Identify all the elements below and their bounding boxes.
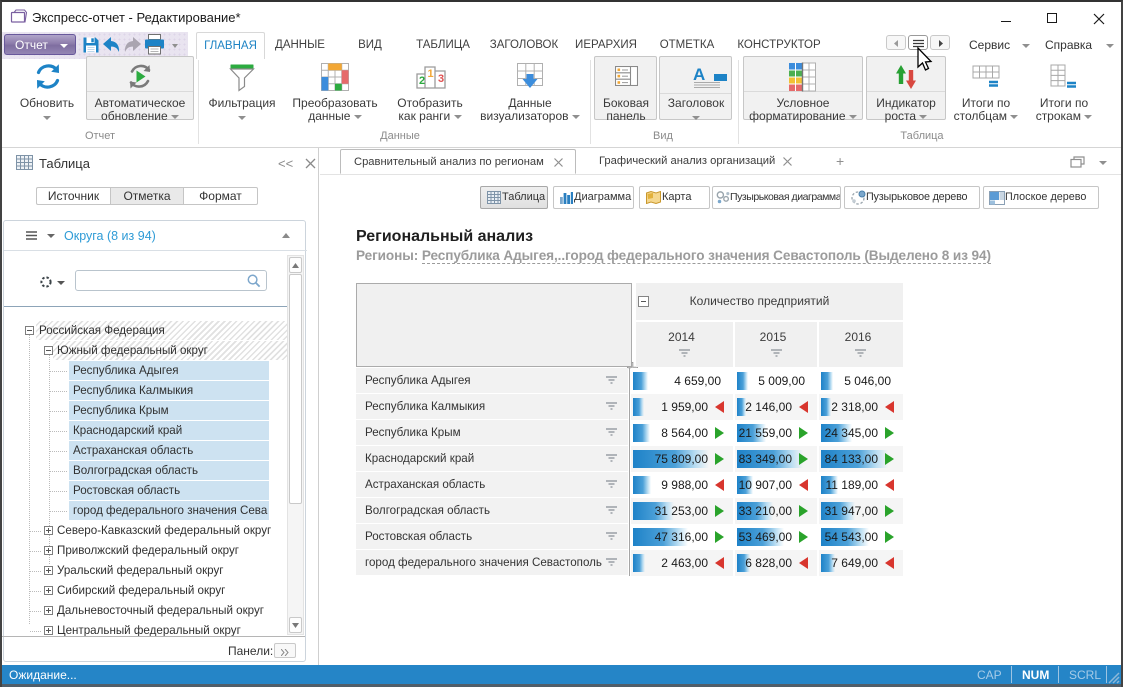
svg-text:A: A <box>693 65 705 84</box>
svg-text:1: 1 <box>428 68 434 80</box>
svg-text:2: 2 <box>419 75 425 87</box>
svg-text:3: 3 <box>438 73 444 85</box>
